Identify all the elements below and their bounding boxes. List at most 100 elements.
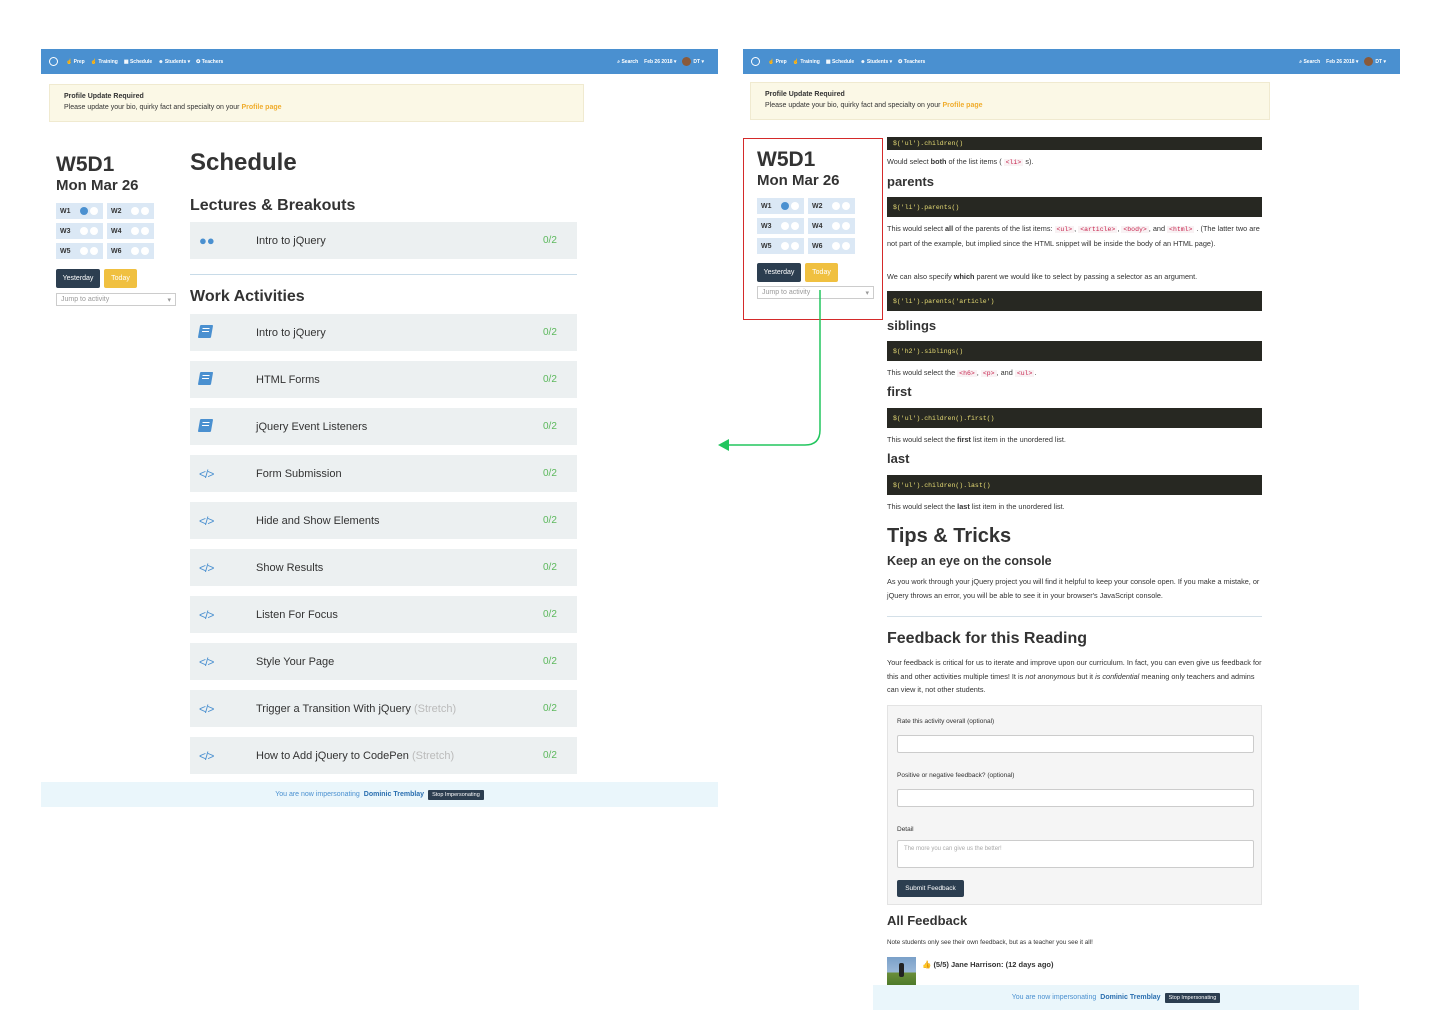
day-dot[interactable] — [90, 207, 98, 215]
positive-negative-input[interactable] — [897, 789, 1254, 807]
day-dot[interactable] — [141, 247, 149, 255]
day-dot[interactable] — [832, 242, 840, 250]
day-dot[interactable] — [791, 242, 799, 250]
nav-schedule[interactable]: ▦ Schedule — [124, 59, 152, 65]
week-cell-w3[interactable]: W3 — [56, 223, 103, 239]
day-dot[interactable] — [791, 222, 799, 230]
book-icon — [197, 371, 214, 385]
day-dot[interactable] — [80, 247, 88, 255]
activity-name: Form Submission — [256, 467, 342, 480]
rate-input[interactable] — [897, 735, 1254, 753]
profile-page-link[interactable]: Profile page — [942, 102, 982, 109]
week-cell-w2[interactable]: W2 — [808, 198, 855, 214]
nav-students[interactable]: ☻ Students ▾ — [860, 59, 892, 65]
activity-row[interactable]: Intro to jQuery 0/2 — [190, 314, 577, 351]
activity-name: Intro to jQuery — [256, 326, 326, 339]
day-dot[interactable] — [80, 227, 88, 235]
submit-feedback-button[interactable]: Submit Feedback — [897, 880, 964, 897]
nav-prep[interactable]: ☝ Prep — [66, 59, 85, 65]
profile-alert: Profile Update Required Please update yo… — [750, 82, 1270, 120]
nav-prep[interactable]: ☝ Prep — [768, 59, 787, 65]
chevron-down-icon: ▾ — [167, 296, 171, 304]
nav-search[interactable]: ⌕ Search — [617, 59, 638, 65]
activity-count: 0/2 — [543, 235, 557, 246]
day-dot[interactable] — [832, 222, 840, 230]
nav-teachers[interactable]: ✪ Teachers — [196, 59, 223, 65]
day-dot[interactable] — [842, 222, 850, 230]
code-icon: </> — [199, 702, 214, 716]
jump-to-activity-select[interactable]: Jump to activity ▾ — [757, 286, 874, 299]
activity-name: How to Add jQuery to CodePen (Stretch) — [256, 749, 455, 762]
day-dot[interactable] — [141, 207, 149, 215]
work-activities-heading: Work Activities — [190, 288, 305, 305]
day-dot[interactable] — [131, 207, 139, 215]
day-dot[interactable] — [141, 227, 149, 235]
impersonated-user-link[interactable]: Dominic Tremblay — [364, 791, 424, 798]
code-block-last: $('ul').children().last() — [887, 475, 1262, 495]
activity-row[interactable]: </> Listen For Focus 0/2 — [190, 596, 577, 633]
day-dot[interactable] — [832, 202, 840, 210]
week-cell-w5[interactable]: W5 — [56, 243, 103, 259]
code-block-first: $('ul').children().first() — [887, 408, 1262, 428]
sticky-sidebar-highlight: W5D1 Mon Mar 26 W1 W2 W3 W4 W5 W6 Yesterday T… — [743, 138, 883, 320]
day-dot[interactable] — [842, 242, 850, 250]
activity-row[interactable]: </> Show Results 0/2 — [190, 549, 577, 586]
parents-heading: parents — [887, 174, 934, 189]
stop-impersonating-button[interactable]: Stop Impersonating — [1164, 992, 1221, 1003]
impersonated-user-link[interactable]: Dominic Tremblay — [1100, 994, 1160, 1001]
day-dot[interactable] — [781, 202, 789, 210]
both-text: Would select both of the list items ( <l… — [887, 157, 1034, 166]
yesterday-button[interactable]: Yesterday — [56, 269, 100, 288]
day-dot[interactable] — [90, 227, 98, 235]
day-dot[interactable] — [131, 227, 139, 235]
code-icon: </> — [199, 561, 214, 575]
day-dot[interactable] — [781, 222, 789, 230]
nav-students[interactable]: ☻ Students ▾ — [158, 59, 190, 65]
day-dot[interactable] — [781, 242, 789, 250]
day-dot[interactable] — [131, 247, 139, 255]
week-cell-w4[interactable]: W4 — [107, 223, 154, 239]
activity-row[interactable]: </> Trigger a Transition With jQuery (Str… — [190, 690, 577, 727]
week-cell-w5[interactable]: W5 — [757, 238, 804, 254]
activity-count: 0/2 — [543, 468, 557, 479]
nav-teachers[interactable]: ✪ Teachers — [898, 59, 925, 65]
day-dot[interactable] — [842, 202, 850, 210]
impersonation-bar: You are now impersonating Dominic Trembl… — [41, 782, 718, 807]
week-cell-w1[interactable]: W1 — [56, 203, 103, 219]
logo-icon[interactable] — [49, 57, 58, 66]
today-button[interactable]: Today — [104, 269, 137, 288]
activity-row[interactable]: </> Hide and Show Elements 0/2 — [190, 502, 577, 539]
day-dot[interactable] — [90, 247, 98, 255]
activity-row[interactable]: jQuery Event Listeners 0/2 — [190, 408, 577, 445]
reading-page-screenshot: ☝ Prep ☝ Training ▦ Schedule ☻ Students … — [743, 49, 1400, 1014]
activity-row[interactable]: ●● Intro to jQuery 0/2 — [190, 222, 577, 259]
activity-row[interactable]: HTML Forms 0/2 — [190, 361, 577, 398]
activity-row[interactable]: </> Style Your Page 0/2 — [190, 643, 577, 680]
nav-user-menu[interactable]: DT ▾ — [1364, 57, 1386, 66]
activity-row[interactable]: </> How to Add jQuery to CodePen (Stretch… — [190, 737, 577, 774]
week-cell-w6[interactable]: W6 — [808, 238, 855, 254]
nav-date[interactable]: Feb 26 2018 ▾ — [644, 59, 676, 65]
nav-schedule[interactable]: ▦ Schedule — [826, 59, 854, 65]
logo-icon[interactable] — [751, 57, 760, 66]
nav-search[interactable]: ⌕ Search — [1299, 59, 1320, 65]
detail-textarea[interactable]: The more you can give us the better! — [897, 840, 1254, 868]
nav-date[interactable]: Feb 26 2018 ▾ — [1326, 59, 1358, 65]
week-cell-w2[interactable]: W2 — [107, 203, 154, 219]
profile-page-link[interactable]: Profile page — [241, 104, 281, 111]
nav-training[interactable]: ☝ Training — [793, 59, 820, 65]
yesterday-button[interactable]: Yesterday — [757, 263, 801, 282]
jump-to-activity-select[interactable]: Jump to activity ▾ — [56, 293, 176, 306]
week-cell-w1[interactable]: W1 — [757, 198, 804, 214]
week-cell-w3[interactable]: W3 — [757, 218, 804, 234]
week-cell-w6[interactable]: W6 — [107, 243, 154, 259]
nav-user-menu[interactable]: DT ▾ — [682, 57, 704, 66]
week-cell-w4[interactable]: W4 — [808, 218, 855, 234]
nav-training[interactable]: ☝ Training — [91, 59, 118, 65]
day-dot[interactable] — [80, 207, 88, 215]
activity-row[interactable]: </> Form Submission 0/2 — [190, 455, 577, 492]
day-dot[interactable] — [791, 202, 799, 210]
stop-impersonating-button[interactable]: Stop Impersonating — [428, 789, 484, 800]
today-button[interactable]: Today — [805, 263, 838, 282]
week-grid: W1 W2 W3 W4 W5 W6 — [56, 203, 154, 259]
